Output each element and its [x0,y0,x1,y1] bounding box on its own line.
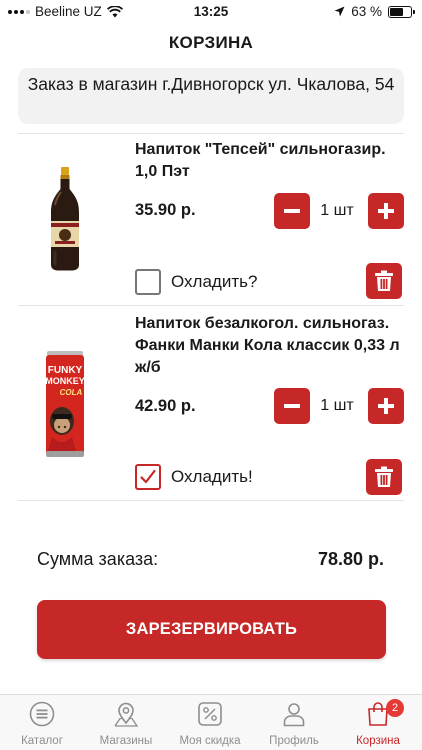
chill-checkbox[interactable] [135,464,161,490]
product-name: Напиток "Тепсей" сильногазир. 1,0 Пэт [135,141,386,180]
increase-quantity-button[interactable] [368,193,404,229]
product-name: Напиток безалкогол. сильногаз. Фанки Ман… [135,315,400,376]
can-text: COLA [60,388,83,397]
map-pin-icon [114,702,139,727]
battery-icon [388,5,415,18]
trash-icon [375,270,393,291]
chill-checkbox[interactable] [135,269,161,295]
location-arrow-icon [334,6,345,17]
remove-item-button[interactable] [366,459,402,495]
product-image-funky-monkey-can: FUNKY MONKEY COLA [45,351,85,457]
battery-level [390,7,403,16]
tab-label: Каталог [21,735,63,747]
page-title: КОРЗИНА [168,33,254,52]
tab-cart[interactable]: 2 Корзина [336,695,420,750]
can-text: FUNKY [48,365,83,376]
checkmark-icon [140,469,156,484]
tab-bar: Каталог Магазины Моя скидка Профиль 2 Ко… [0,694,422,750]
quantity-value: 1 шт [320,397,354,414]
tab-label: Корзина [356,735,400,747]
tab-catalog[interactable]: Каталог [0,695,84,750]
divider [18,133,404,134]
user-icon [283,703,305,727]
cart-item: Напиток "Тепсей" сильногазир. 1,0 Пэт 35… [18,139,404,305]
quantity-value: 1 шт [320,202,354,219]
battery-percent: 63 % [351,4,382,19]
divider [18,500,404,501]
status-bar: Beeline UZ 13:25 63 % [0,0,422,24]
tab-label: Профиль [269,735,319,747]
store-address: Заказ в магазин г.Дивногорск ул. Чкалова… [18,68,404,124]
system-indicators: 63 % [334,4,415,19]
order-total-label: Сумма заказа: [37,549,159,569]
remove-item-button[interactable] [366,263,402,299]
can-text: MONKEY [45,376,85,386]
product-image-tepsey-bottle [51,167,79,271]
product-price: 35.90 р. [135,201,196,219]
tab-discount[interactable]: Моя скидка [168,695,252,750]
trash-icon [375,466,393,487]
menu-icon [29,701,55,727]
cart-count-badge: 2 [386,699,404,717]
tab-profile[interactable]: Профиль [252,695,336,750]
divider [18,305,404,306]
reserve-button[interactable]: ЗАРЕЗЕРВИРОВАТЬ [37,600,386,659]
percent-icon [198,702,222,726]
chill-label: Охладить? [171,272,258,291]
product-price: 42.90 р. [135,397,196,415]
cart-item: FUNKY MONKEY COLA Напиток безалкогол. си… [18,313,404,498]
decrease-quantity-button[interactable] [274,193,310,229]
tab-label: Магазины [99,735,153,747]
order-total-value: 78.80 р. [317,549,384,569]
increase-quantity-button[interactable] [368,388,404,424]
decrease-quantity-button[interactable] [274,388,310,424]
tab-stores[interactable]: Магазины [84,695,168,750]
tab-label: Моя скидка [179,735,241,747]
chill-label: Охладить! [171,467,253,486]
